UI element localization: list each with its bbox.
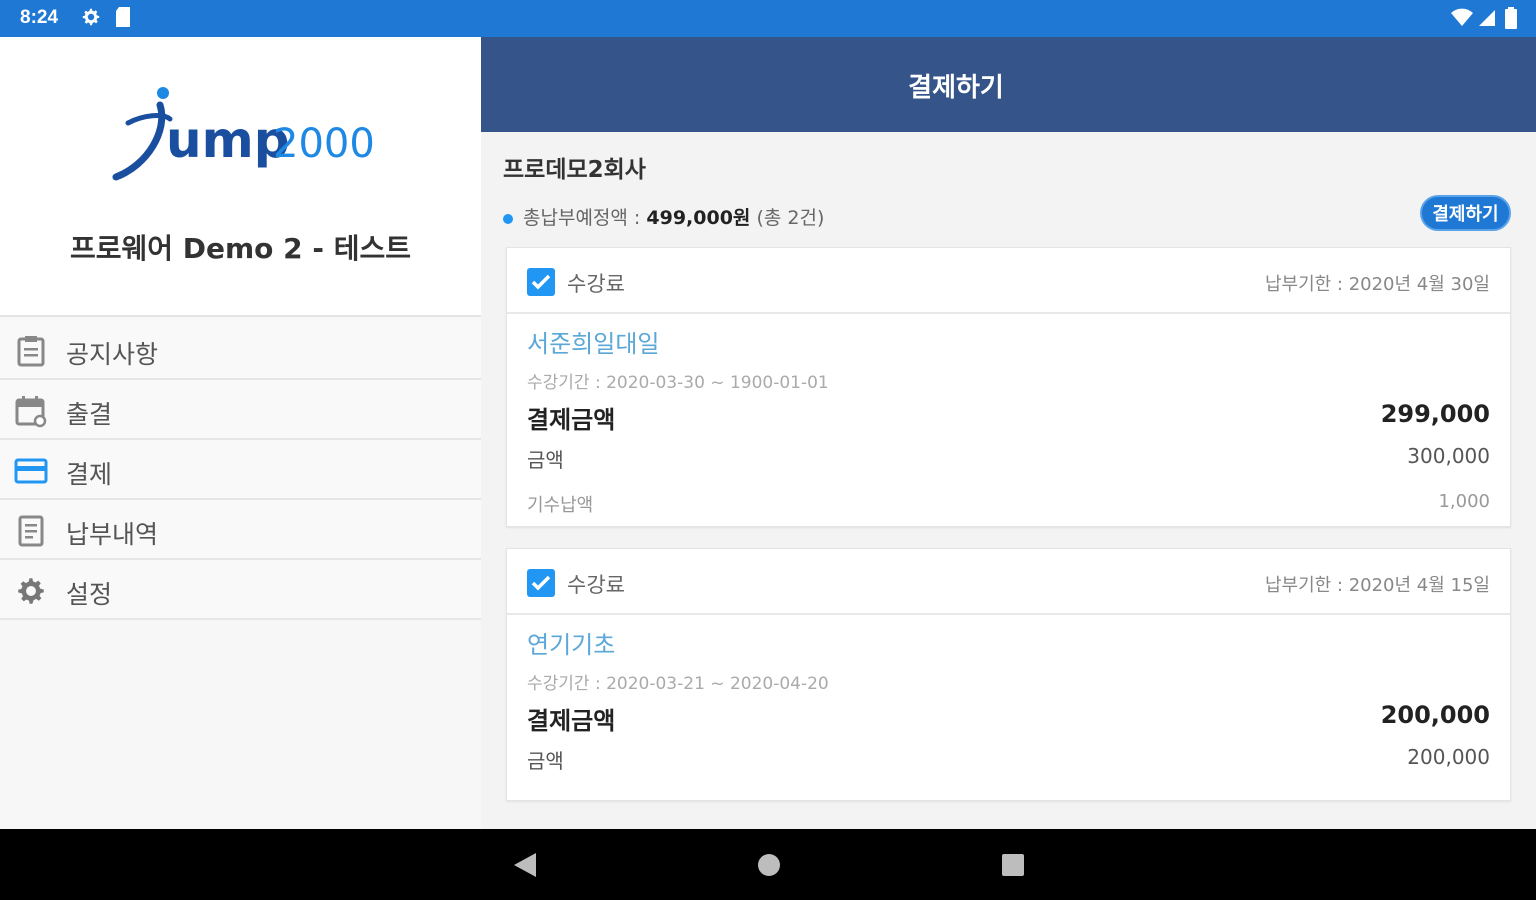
drawer-header: ump 2000 프로웨어 Demo 2 - 테스트	[0, 37, 481, 317]
receipt-icon	[14, 514, 48, 548]
drawer-company-name: 프로웨어 Demo 2 - 테스트	[69, 232, 412, 265]
amount-label: 금액	[527, 749, 564, 773]
status-bar: 8:24	[0, 0, 1536, 37]
notice-icon	[14, 334, 48, 368]
amount-row: 금액 200,000	[527, 745, 1490, 777]
menu-label-history: 납부내역	[66, 520, 159, 549]
pay-amount-label: 결제금액	[527, 707, 616, 735]
menu-item-notice[interactable]: 공지사항	[0, 320, 481, 380]
bill-card-header: 수강료 납부기한 : 2020년 4월 30일	[507, 248, 1510, 314]
class-period: 수강기간 : 2020-03-21 ~ 2020-04-20	[527, 674, 829, 694]
pay-amount-label: 결제금액	[527, 406, 616, 434]
menu-label-notice: 공지사항	[66, 340, 159, 369]
menu-item-history[interactable]: 납부내역	[0, 500, 481, 560]
company-label: 프로데모2회사	[503, 157, 646, 183]
amount-label: 금액	[527, 448, 564, 472]
pay-button[interactable]: 결제하기	[1420, 195, 1511, 231]
fee-type: 수강료	[567, 272, 625, 296]
payment-screen: 결제하기 프로데모2회사 총납부예정액 : 499,000원 (총 2건) 결제…	[481, 37, 1536, 829]
class-name[interactable]: 연기기초	[527, 625, 615, 660]
summary-count: (총 2건)	[750, 207, 825, 229]
summary-label: 총납부예정액 :	[523, 207, 647, 229]
class-period: 수강기간 : 2020-03-30 ~ 1900-01-01	[527, 373, 829, 393]
menu-label-attendance: 출결	[66, 400, 113, 429]
menu-item-payment[interactable]: 결제	[0, 440, 481, 500]
drawer-menu: 공지사항 출결 결제 납부내역 설정	[0, 320, 481, 620]
menu-label-settings: 설정	[66, 580, 113, 609]
pay-amount-value: 299,000	[1380, 400, 1490, 428]
svg-text:ump: ump	[166, 111, 290, 169]
jump2000-logo: ump 2000	[108, 85, 378, 189]
pay-amount-row: 결제금액 200,000	[527, 701, 1490, 735]
amount-value: 300,000	[1407, 444, 1490, 468]
amount-value: 200,000	[1407, 745, 1490, 769]
checkmark-icon	[531, 575, 551, 591]
paid-amount-row: 기수납액 1,000	[527, 491, 1490, 523]
menu-item-settings[interactable]: 설정	[0, 560, 481, 620]
bill-card-header: 수강료 납부기한 : 2020년 4월 15일	[507, 549, 1510, 615]
pay-amount-value: 200,000	[1380, 701, 1490, 729]
bill-card: 수강료 납부기한 : 2020년 4월 15일 연기기초 수강기간 : 2020…	[506, 548, 1511, 801]
calendar-icon	[14, 394, 48, 428]
gear-icon	[80, 6, 102, 32]
sd-card-icon	[114, 6, 132, 32]
navigation-drawer: ump 2000 프로웨어 Demo 2 - 테스트 공지사항 출결 결제 납부…	[0, 37, 481, 829]
class-name[interactable]: 서준희일대일	[527, 324, 659, 359]
card-icon	[14, 454, 48, 488]
pay-amount-row: 결제금액 299,000	[527, 400, 1490, 434]
app-screen: 8:24 ump 2000 프로웨어 Demo 2 - 테스트 공지사항 출결 …	[0, 0, 1536, 900]
battery-icon	[1504, 6, 1518, 34]
wifi-icon	[1450, 6, 1474, 32]
amount-row: 금액 300,000	[527, 444, 1490, 476]
menu-label-payment: 결제	[66, 460, 113, 489]
menu-item-attendance[interactable]: 출결	[0, 380, 481, 440]
payment-summary: 총납부예정액 : 499,000원 (총 2건)	[503, 203, 824, 230]
back-icon[interactable]	[512, 851, 538, 883]
summary-amount: 499,000원	[646, 207, 751, 229]
page-title: 결제하기	[908, 73, 1004, 103]
app-bar: 결제하기	[481, 37, 1536, 132]
gear-icon	[14, 574, 48, 608]
signal-icon	[1478, 6, 1496, 32]
bill-checkbox[interactable]	[527, 569, 555, 597]
status-time: 8:24	[20, 7, 59, 28]
recent-apps-icon[interactable]	[1000, 851, 1026, 883]
bill-checkbox[interactable]	[527, 268, 555, 296]
svg-text:2000: 2000	[273, 121, 375, 167]
paid-amount-label: 기수납액	[527, 495, 594, 516]
paid-amount-value: 1,000	[1438, 491, 1490, 512]
due-date: 납부기한 : 2020년 4월 15일	[1264, 575, 1490, 596]
checkmark-icon	[531, 274, 551, 290]
due-date: 납부기한 : 2020년 4월 30일	[1264, 274, 1490, 295]
system-nav-bar	[0, 829, 1536, 900]
bullet-dot-icon	[503, 213, 513, 224]
bill-card: 수강료 납부기한 : 2020년 4월 30일 서준희일대일 수강기간 : 20…	[506, 247, 1511, 527]
home-icon[interactable]	[756, 851, 782, 883]
fee-type: 수강료	[567, 573, 625, 597]
